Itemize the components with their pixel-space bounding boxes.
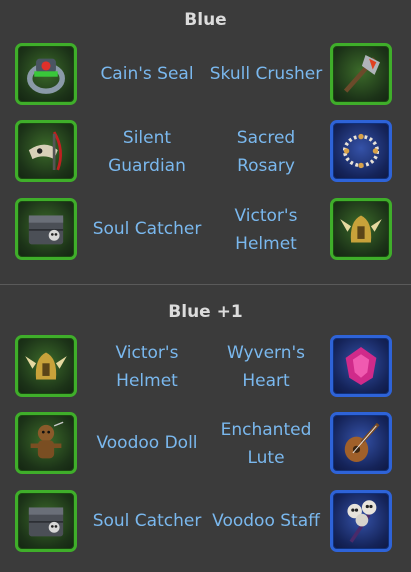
item-name: Enchanted Lute	[220, 420, 312, 468]
skull-crusher-axe-icon[interactable]	[330, 43, 392, 105]
item-name: Victor's Helmet	[115, 343, 179, 391]
ring-icon[interactable]	[15, 43, 77, 105]
section-blue-plus-1: Blue +1 Victor's Helmet Wyvern's Heart V…	[0, 284, 411, 572]
winged-helmet-icon[interactable]	[330, 198, 392, 260]
item-row: Soul Catcher Victor's Helmet	[0, 195, 411, 265]
item-row: Victor's Helmet Wyvern's Heart	[0, 332, 411, 402]
item-row: Voodoo Doll Enchanted Lute	[0, 409, 411, 479]
item-name: Wyvern's Heart	[226, 343, 306, 391]
bird-skull-staff-icon[interactable]	[15, 120, 77, 182]
section-title: Blue	[184, 10, 227, 30]
gem-heart-icon[interactable]	[330, 335, 392, 397]
soul-catcher-chest-icon[interactable]	[15, 490, 77, 552]
item-name: Soul Catcher	[92, 219, 202, 239]
section-title: Blue +1	[168, 302, 243, 322]
item-name: Silent Guardian	[108, 128, 186, 176]
item-name: Voodoo Staff	[212, 511, 320, 531]
item-name: Voodoo Doll	[96, 433, 198, 453]
soul-catcher-chest-icon[interactable]	[15, 198, 77, 260]
item-name: Victor's Helmet	[234, 206, 298, 254]
item-row: Cain's Seal Skull Crusher	[0, 40, 411, 110]
item-name: Cain's Seal	[100, 64, 194, 84]
item-row: Silent Guardian Sacred Rosary	[0, 117, 411, 187]
rosary-icon[interactable]	[330, 120, 392, 182]
lute-icon[interactable]	[330, 412, 392, 474]
skull-staff-icon[interactable]	[330, 490, 392, 552]
item-name: Soul Catcher	[92, 511, 202, 531]
item-name: Sacred Rosary	[236, 128, 296, 176]
item-row: Soul Catcher Voodoo Staff	[0, 487, 411, 557]
section-blue: Blue Cain's Seal Skull Crusher Silent Gu…	[0, 0, 411, 284]
winged-helmet-icon[interactable]	[15, 335, 77, 397]
voodoo-doll-icon[interactable]	[15, 412, 77, 474]
item-name: Skull Crusher	[209, 64, 323, 84]
